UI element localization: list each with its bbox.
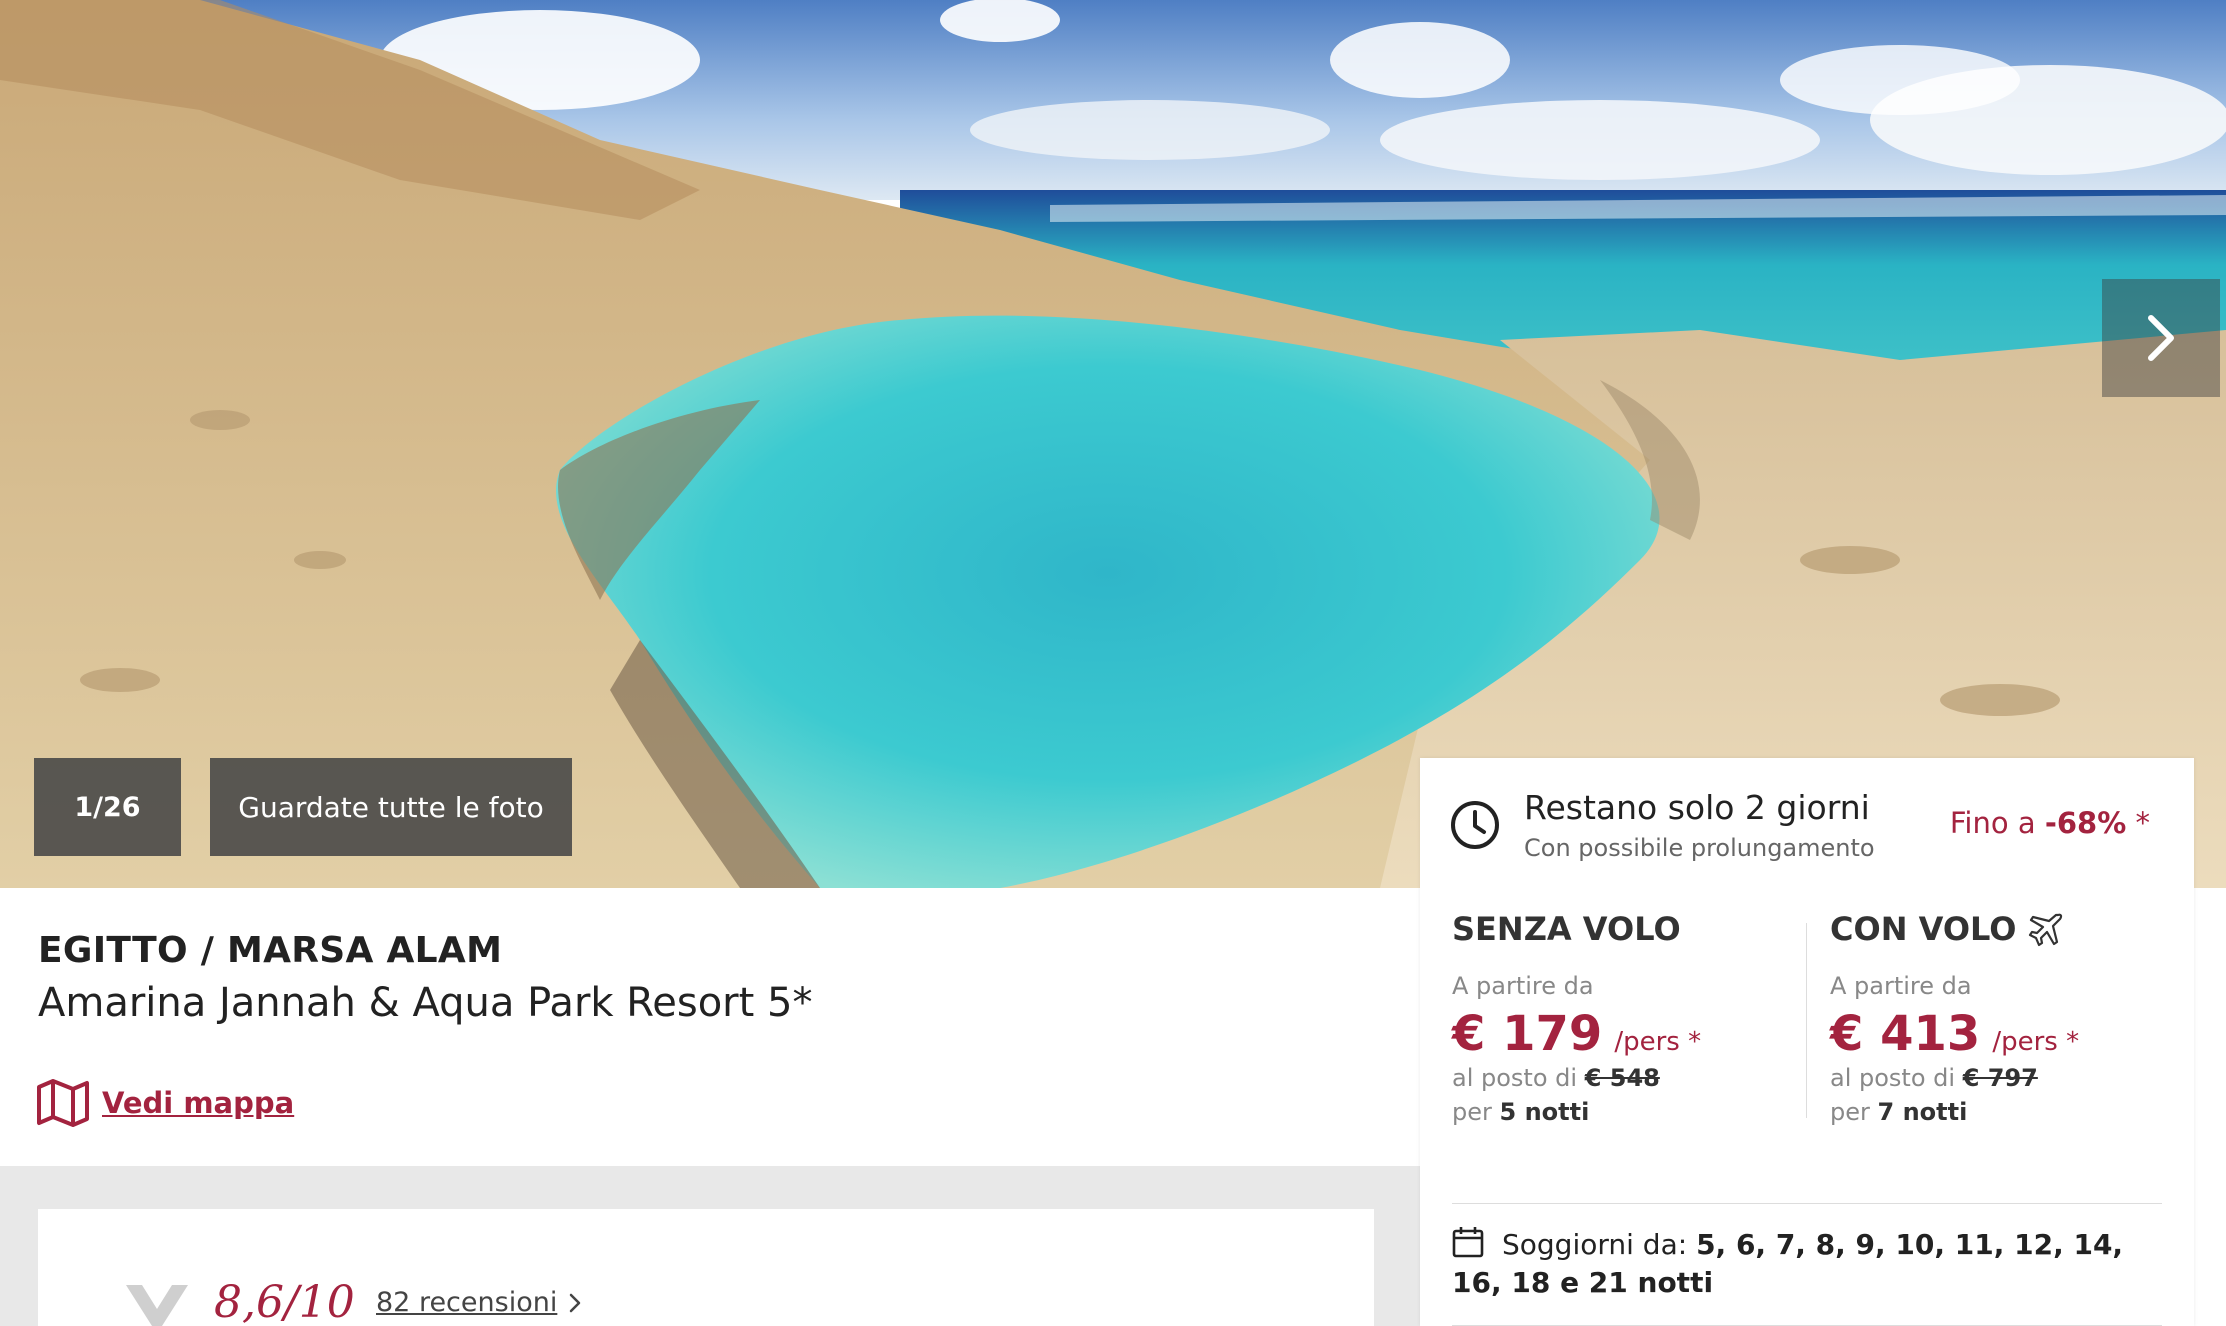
urgency-subtitle: Con possibile prolungamento bbox=[1524, 834, 1875, 862]
discount-suffix: * bbox=[2135, 806, 2151, 840]
for-label: per bbox=[1452, 1098, 1492, 1126]
nights-count: 7 notti bbox=[1877, 1098, 1968, 1126]
with-flight-heading: CON VOLO bbox=[1830, 910, 2017, 948]
price-value: € 413 bbox=[1830, 1006, 1981, 1062]
chevron-right-icon bbox=[570, 1293, 581, 1312]
discount-value: -68% bbox=[2044, 806, 2127, 840]
reviews-count-link[interactable]: 82 recensioni bbox=[376, 1287, 581, 1318]
old-price-line: al posto di € 797 bbox=[1830, 1064, 2190, 1092]
review-score: 8,6/10 bbox=[214, 1277, 355, 1326]
stay-durations: Soggiorni da: 5, 6, 7, 8, 9, 10, 11, 12,… bbox=[1452, 1226, 2172, 1302]
nights-line: per 7 notti bbox=[1830, 1098, 2190, 1126]
clock-icon bbox=[1451, 801, 1499, 849]
price-value: € 179 bbox=[1452, 1006, 1603, 1062]
view-map-label[interactable]: Vedi mappa bbox=[102, 1086, 294, 1120]
urgency-title: Restano solo 2 giorni bbox=[1524, 788, 1870, 827]
instead-label: al posto di bbox=[1830, 1064, 1956, 1092]
view-all-photos-button[interactable]: Guardate tutte le foto bbox=[210, 758, 572, 856]
price-unit: /pers * bbox=[1992, 1027, 2080, 1057]
view-map-link[interactable]: Vedi mappa bbox=[36, 1078, 294, 1128]
hotel-name: Amarina Jannah & Aqua Park Resort 5* bbox=[38, 980, 813, 1026]
reviews-count-label[interactable]: 82 recensioni bbox=[376, 1287, 557, 1318]
column-divider bbox=[1806, 923, 1807, 1118]
nights-count: 5 notti bbox=[1499, 1098, 1590, 1126]
hero-photo[interactable]: 1/26 Guardate tutte le foto bbox=[0, 0, 2226, 888]
discount-badge: Fino a -68% * bbox=[1950, 806, 2150, 840]
chevron-right-icon bbox=[2148, 315, 2174, 361]
photo-counter: 1/26 bbox=[34, 758, 181, 856]
instead-label: al posto di bbox=[1452, 1064, 1578, 1092]
destination-breadcrumb: EGITTO / MARSA ALAM bbox=[38, 930, 503, 971]
section-divider bbox=[1452, 1203, 2162, 1204]
stays-label: Soggiorni da: bbox=[1502, 1228, 1688, 1261]
calendar-icon bbox=[1452, 1227, 1484, 1258]
discount-prefix: Fino a bbox=[1949, 806, 2036, 840]
with-flight-heading-row: CON VOLO bbox=[1830, 908, 2190, 950]
beach-lagoon-photo bbox=[0, 0, 2226, 888]
for-label: per bbox=[1830, 1098, 1870, 1126]
price-with-flight[interactable]: CON VOLO A partire da € 413 /pers * al p… bbox=[1830, 908, 2190, 1126]
plane-icon bbox=[2029, 913, 2063, 947]
next-photo-button[interactable] bbox=[2102, 279, 2220, 397]
price-unit: /pers * bbox=[1614, 1027, 1702, 1057]
from-label: A partire da bbox=[1452, 972, 1594, 1000]
old-price: € 797 bbox=[1962, 1064, 2038, 1092]
reviews-logo-icon bbox=[126, 1285, 188, 1326]
price-without-flight[interactable]: SENZA VOLO A partire da € 179 /pers * al… bbox=[1452, 908, 1812, 1126]
from-label: A partire da bbox=[1830, 972, 1972, 1000]
reviews-card: 8,6/10 82 recensioni bbox=[38, 1209, 1374, 1326]
old-price-line: al posto di € 548 bbox=[1452, 1064, 1812, 1092]
urgency-banner: Restano solo 2 giorni Con possibile prol… bbox=[1420, 758, 2194, 888]
map-icon bbox=[37, 1079, 89, 1127]
offer-panel: Restano solo 2 giorni Con possibile prol… bbox=[1420, 758, 2194, 1326]
old-price: € 548 bbox=[1584, 1064, 1660, 1092]
without-flight-heading: SENZA VOLO bbox=[1452, 910, 1681, 948]
nights-line: per 5 notti bbox=[1452, 1098, 1812, 1126]
